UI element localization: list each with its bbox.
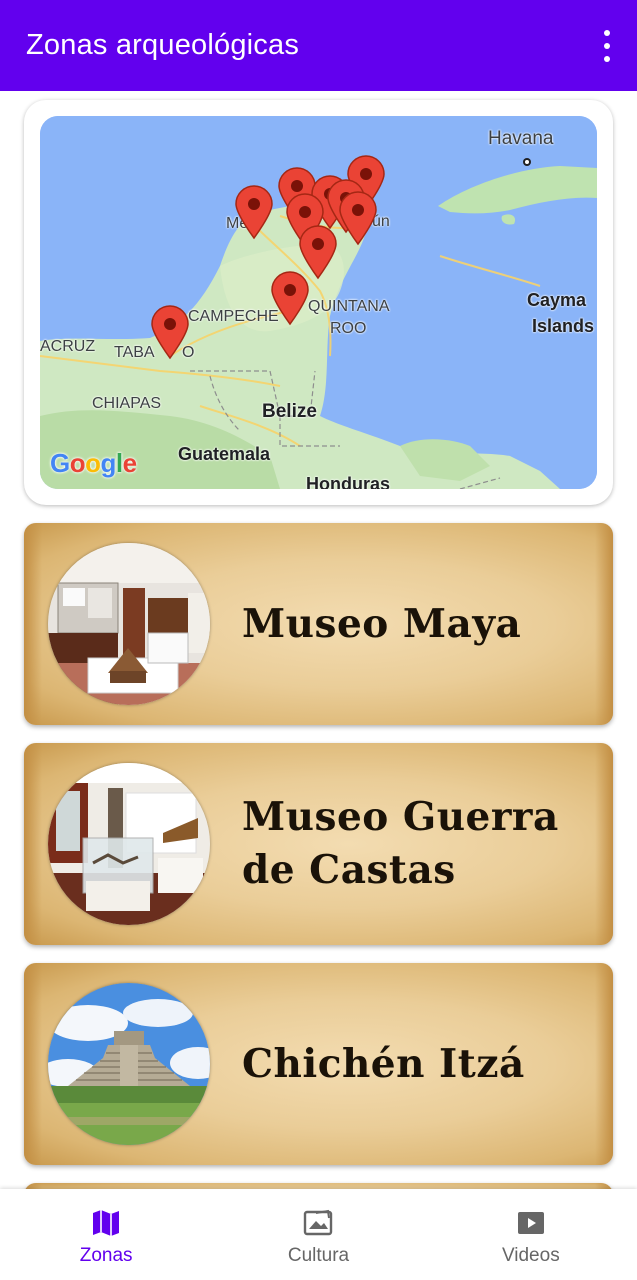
- map-pin-icon[interactable]: [233, 184, 275, 240]
- map-label-havana: Havana: [488, 128, 554, 149]
- map-label-quintana: QUINTANA: [308, 298, 390, 315]
- nav-item-videos[interactable]: Videos: [425, 1189, 637, 1280]
- map-label-campeche: CAMPECHE: [188, 308, 279, 325]
- map-label-guatemala: Guatemala: [178, 444, 271, 464]
- place-name: Chichén Itzá: [242, 1040, 525, 1087]
- map-label-honduras: Honduras: [306, 474, 391, 489]
- map-label-veracruz: ACRUZ: [40, 338, 96, 355]
- place-card-chichen-itza[interactable]: Chichén Itzá: [24, 963, 613, 1165]
- culture-icon: [304, 1209, 333, 1236]
- place-name: Museo Maya: [242, 600, 522, 647]
- video-icon: [517, 1212, 544, 1234]
- place-card-museo-guerra-de-castas[interactable]: Museo Guerra de Castas: [24, 743, 613, 945]
- map-label-roo: ROO: [330, 320, 367, 337]
- nav-item-cultura[interactable]: Cultura: [212, 1189, 424, 1280]
- map-label-islands: Islands: [532, 316, 595, 336]
- place-card-museo-maya[interactable]: Museo Maya: [24, 523, 613, 725]
- map-label-chiapas: CHIAPAS: [92, 395, 162, 412]
- map-pin-icon[interactable]: [337, 190, 379, 246]
- map-view[interactable]: Havana Mé ún CAMPECHE QUINTANA ROO Cayma…: [40, 116, 597, 489]
- nav-label: Videos: [501, 1245, 560, 1266]
- map-icon: [93, 1210, 120, 1236]
- nav-item-zonas[interactable]: Zonas: [0, 1189, 212, 1280]
- pyramid-photo: [48, 983, 210, 1145]
- google-logo: Google: [50, 448, 137, 478]
- map-pin-icon[interactable]: [149, 304, 191, 360]
- map-pin-icon[interactable]: [269, 270, 311, 326]
- bottom-navigation: Zonas Cultura Videos: [0, 1189, 637, 1280]
- app-title: Zonas arqueológicas: [26, 29, 300, 61]
- more-vert-icon[interactable]: [599, 30, 615, 62]
- map-label-belize: Belize: [262, 401, 317, 422]
- museum-interior-photo: [48, 543, 210, 705]
- nav-label: Cultura: [287, 1245, 350, 1266]
- nav-label: Zonas: [79, 1245, 133, 1266]
- map-label-cayman: Cayma: [527, 290, 587, 310]
- app-bar: Zonas arqueológicas: [0, 0, 637, 91]
- museum-exhibit-photo: [48, 763, 210, 925]
- map-card: Havana Mé ún CAMPECHE QUINTANA ROO Cayma…: [24, 100, 613, 505]
- place-name: Museo Guerra de Castas: [242, 794, 559, 893]
